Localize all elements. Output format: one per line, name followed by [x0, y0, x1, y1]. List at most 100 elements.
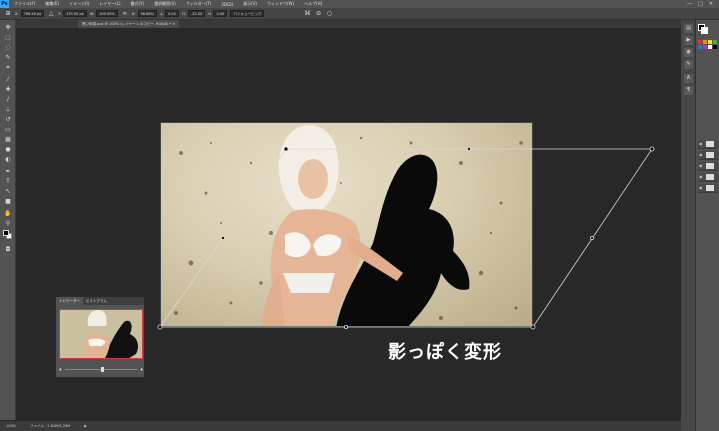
menu-edit[interactable]: 編集(E)	[40, 1, 64, 7]
paragraph-panel-icon[interactable]: ¶	[684, 86, 693, 95]
history-brush-tool-icon[interactable]: ↺	[4, 116, 12, 123]
brush-panel-icon[interactable]: ✎	[684, 60, 693, 69]
properties-panel-icon[interactable]: ◉	[684, 48, 693, 57]
panel-background-swatch[interactable]	[701, 27, 708, 34]
layer-row[interactable]: ◉	[698, 184, 718, 193]
option-skew-v-input[interactable]: 0.00	[213, 10, 228, 17]
visibility-eye-icon[interactable]: ◉	[699, 152, 703, 157]
pen-tool-icon[interactable]: ✒	[4, 168, 12, 175]
menu-window[interactable]: ウィンドウ(W)	[262, 1, 299, 7]
zoom-slider[interactable]	[64, 366, 138, 372]
gradient-tool-icon[interactable]: ▦	[4, 136, 12, 143]
link-icon[interactable]: ∞	[121, 10, 129, 18]
color-swatch[interactable]	[698, 45, 702, 49]
options-bar: ⊞ X: 796.46 px △ Y: 333.50 px W: 100.00% ∞ …	[0, 8, 719, 20]
layer-row[interactable]: ◉	[698, 140, 718, 149]
eyedropper-tool-icon[interactable]: ⁄	[4, 76, 12, 83]
move-tool-icon[interactable]: ✥	[4, 24, 12, 31]
option-angle-input[interactable]: 0.00	[165, 10, 180, 17]
warp-icon[interactable]: ⌘	[303, 10, 311, 18]
tab-histogram[interactable]: ヒストグラム	[83, 297, 110, 305]
blur-tool-icon[interactable]: ●	[4, 146, 12, 153]
option-skew-h-label: H:	[182, 11, 186, 16]
history-panel-icon[interactable]: ▤	[684, 24, 693, 33]
panel-icon-strip: ▤ ▶ ◉ ✎ A ¶	[681, 20, 696, 431]
interpolation-select[interactable]: バイキュービック	[230, 10, 265, 17]
lasso-tool-icon[interactable]: ◌	[4, 44, 12, 51]
minimize-icon[interactable]: —	[687, 1, 692, 7]
visibility-eye-icon[interactable]: ◉	[699, 174, 703, 179]
option-skew-h: H: -25.00	[182, 10, 206, 17]
layer-thumbnail	[706, 163, 714, 169]
quick-mask-icon[interactable]: ◘	[4, 246, 12, 253]
menu-help[interactable]: ヘルプ(H)	[299, 1, 327, 7]
zoom-in-icon[interactable]: ▲	[140, 367, 143, 371]
close-icon[interactable]: ✕	[709, 1, 713, 7]
menu-layer[interactable]: レイヤー(L)	[94, 1, 125, 7]
navigator-preview[interactable]	[59, 309, 143, 359]
menu-filter[interactable]: フィルター(T)	[181, 1, 216, 7]
zoom-tool-icon[interactable]: ⚲	[4, 220, 12, 227]
color-swatch[interactable]	[708, 45, 712, 49]
dodge-tool-icon[interactable]: ◐	[4, 156, 12, 163]
crop-tool-icon[interactable]: ⌗	[4, 64, 12, 71]
option-height-input[interactable]: 96.88%	[137, 10, 157, 17]
foreground-color-swatch[interactable]	[3, 230, 9, 236]
tab-navigator[interactable]: ナビゲーター	[56, 297, 83, 305]
visibility-eye-icon[interactable]: ◉	[699, 185, 703, 190]
status-zoom[interactable]: 100%	[6, 424, 16, 428]
layer-row[interactable]: ◉	[698, 151, 718, 160]
option-y-input[interactable]: 333.50 px	[63, 10, 87, 17]
caption-text: 影っぽく変形	[388, 342, 502, 363]
reference-point-icon[interactable]: ⊞	[4, 10, 12, 18]
quick-select-tool-icon[interactable]: ✎	[4, 54, 12, 61]
photo-artwork	[174, 125, 523, 326]
zoom-out-icon[interactable]: ▲	[59, 367, 62, 371]
menu-file[interactable]: ファイル(F)	[9, 1, 40, 7]
option-skew-h-input[interactable]: -25.00	[187, 10, 206, 17]
menu-3d[interactable]: 3D(D)	[216, 2, 238, 7]
type-tool-icon[interactable]: T	[4, 178, 12, 185]
option-width-input[interactable]: 100.00%	[96, 10, 118, 17]
path-select-tool-icon[interactable]: ↖	[4, 188, 12, 195]
menu-image[interactable]: イメージ(I)	[64, 1, 94, 7]
zoom-slider-knob[interactable]	[101, 366, 104, 372]
menu-type[interactable]: 書式(Y)	[126, 1, 150, 7]
shape-tool-icon[interactable]: ■	[4, 198, 12, 205]
option-x-input[interactable]: 796.46 px	[20, 10, 45, 17]
color-swatch[interactable]	[698, 40, 702, 44]
character-panel-icon[interactable]: A	[684, 74, 693, 83]
color-swatch[interactable]	[703, 45, 707, 49]
layer-row[interactable]: ◉	[698, 162, 718, 171]
status-bar: 100% ファイル : 2.64M/5.28M ▶	[0, 420, 681, 431]
document-tab-bar: 黒い砂漠.psd @ 100% (レイヤー 1 のコピー, RGB/8) * ✕	[16, 20, 681, 28]
eraser-tool-icon[interactable]: ▭	[4, 126, 12, 133]
actions-panel-icon[interactable]: ▶	[684, 36, 693, 45]
layer-thumbnail	[706, 141, 714, 147]
maximize-icon[interactable]: □	[698, 1, 703, 7]
status-arrow-icon[interactable]: ▶	[84, 424, 87, 428]
marquee-tool-icon[interactable]: ⬚	[4, 34, 12, 41]
navigator-thumbnail	[84, 310, 138, 358]
visibility-eye-icon[interactable]: ◉	[699, 141, 703, 146]
color-swatch[interactable]	[713, 45, 717, 49]
color-layers-panel: ◉ ◉ ◉ ◉ ◉	[696, 20, 719, 431]
commit-icon[interactable]: ○	[325, 10, 333, 18]
clone-stamp-tool-icon[interactable]: ⊥	[4, 106, 12, 113]
document-image	[160, 122, 533, 327]
layer-thumbnail	[706, 174, 714, 180]
color-swatch[interactable]	[713, 40, 717, 44]
color-swatch[interactable]	[703, 40, 707, 44]
document-tab[interactable]: 黒い砂漠.psd @ 100% (レイヤー 1 のコピー, RGB/8) * ✕	[78, 20, 180, 28]
cancel-icon[interactable]: ⊘	[314, 10, 322, 18]
menu-select[interactable]: 選択範囲(S)	[149, 1, 181, 7]
color-swatch[interactable]	[708, 40, 712, 44]
visibility-eye-icon[interactable]: ◉	[699, 163, 703, 168]
relative-position-icon[interactable]: △	[47, 10, 55, 18]
menu-view[interactable]: 表示(V)	[238, 1, 262, 7]
layer-row[interactable]: ◉	[698, 173, 718, 182]
hand-tool-icon[interactable]: ✋	[4, 210, 12, 217]
healing-brush-tool-icon[interactable]: ✚	[4, 86, 12, 93]
brush-tool-icon[interactable]: ∕	[4, 96, 12, 103]
menu-bar: Ps ファイル(F) 編集(E) イメージ(I) レイヤー(L) 書式(Y) 選…	[0, 0, 719, 8]
